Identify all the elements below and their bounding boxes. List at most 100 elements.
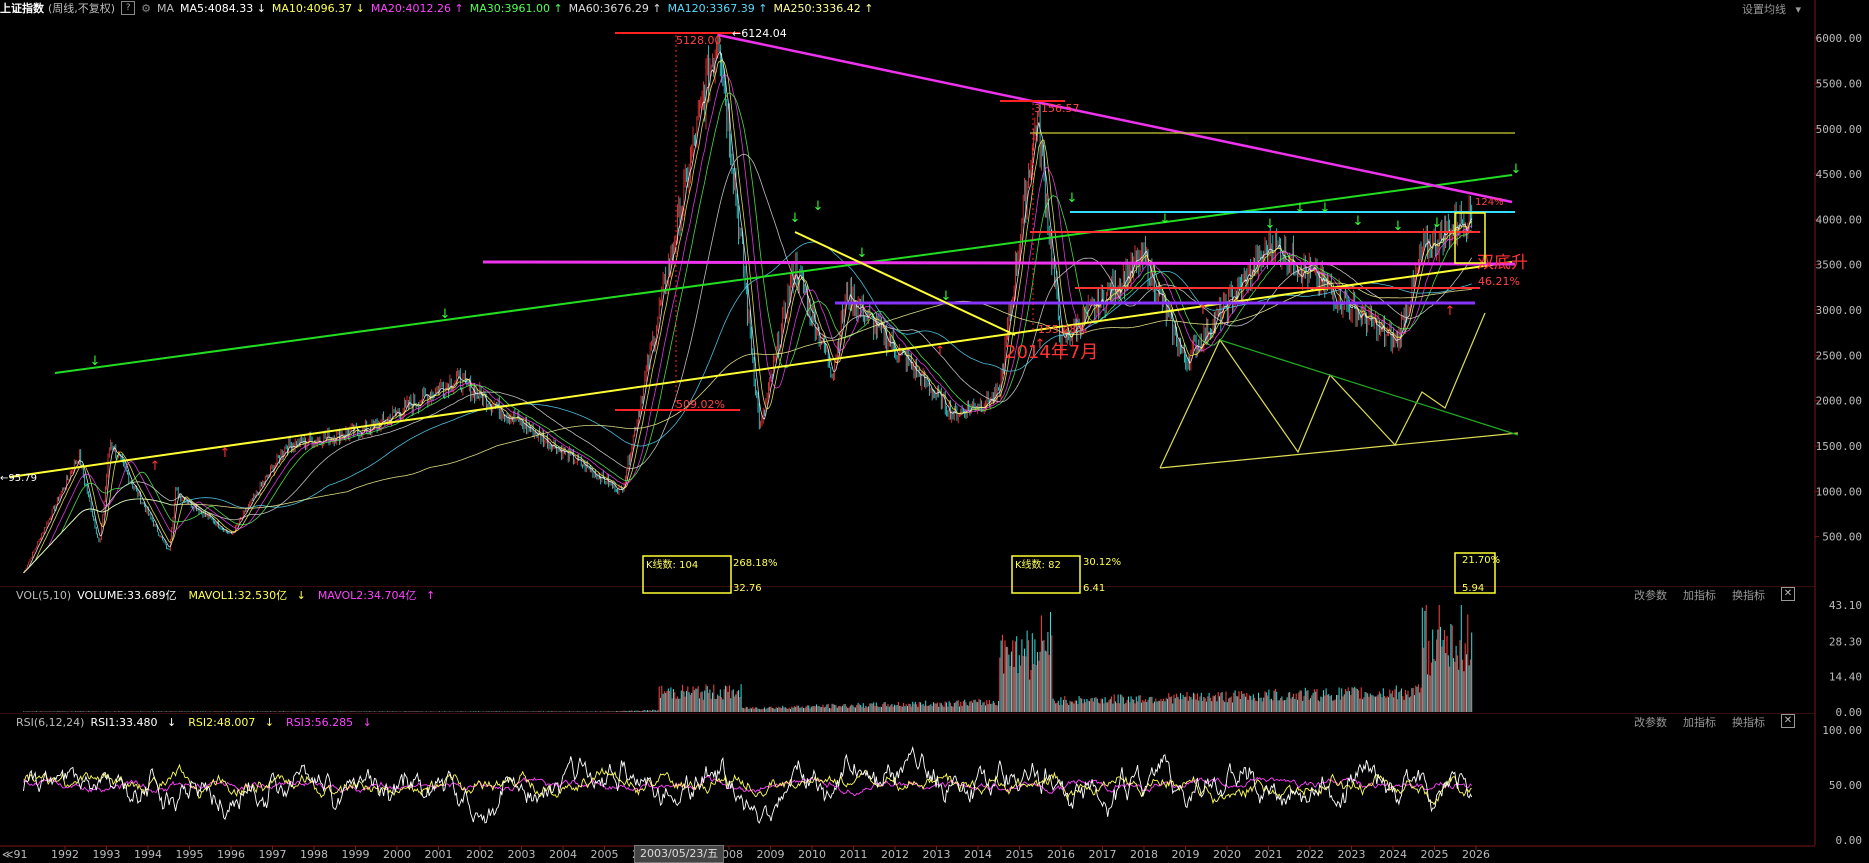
volume-bar [1097, 699, 1098, 712]
volume-bar [990, 704, 991, 712]
volume-bar [1144, 701, 1145, 712]
volume-bar [1110, 699, 1111, 712]
volume-bar [817, 706, 818, 712]
volume-bar [1179, 699, 1180, 712]
volume-bar [1148, 700, 1149, 712]
volume-bar [1128, 697, 1129, 712]
volume-bar [820, 707, 821, 712]
volume-bar [917, 707, 918, 712]
volume-bar [832, 704, 833, 712]
volume-bar [1070, 701, 1071, 712]
volume-bar [175, 711, 176, 712]
volume-bar [1466, 654, 1467, 712]
volume-bar [1248, 700, 1249, 712]
volume-bar [235, 711, 236, 712]
volume-bar [776, 707, 777, 712]
volume-bar [1162, 701, 1163, 712]
volume-bar [252, 711, 253, 712]
volume-bar [560, 711, 561, 712]
volume-bar [1404, 700, 1405, 712]
volume-bar [999, 658, 1000, 712]
volume-bar [836, 705, 837, 712]
price-tick-label: 4500.00 [1816, 168, 1862, 181]
volume-bar [1285, 700, 1286, 712]
volume-bar [834, 705, 835, 712]
volume-bar [685, 697, 686, 712]
volume-bar [1437, 630, 1438, 712]
volume-bar [1343, 696, 1344, 712]
volume-bar [280, 711, 281, 712]
volume-bar [566, 711, 567, 712]
volume-bar [823, 705, 824, 712]
volume-bar [1307, 690, 1308, 712]
year-label: 2014 [964, 848, 992, 861]
volume-bar [1124, 704, 1125, 712]
volume-bar [241, 711, 242, 712]
volume-bar [1293, 694, 1294, 712]
volume-bar [877, 706, 878, 712]
volume-bar [1072, 702, 1073, 712]
volume-bar [1003, 673, 1004, 712]
volume-bar [1129, 702, 1130, 712]
volume-bar [778, 707, 779, 712]
volume-bar [1018, 673, 1019, 712]
volume-bar [156, 711, 157, 712]
volume-bar [1369, 697, 1370, 712]
volume-bar [1066, 700, 1067, 712]
volume-bar [1185, 697, 1186, 712]
volume-bar [648, 711, 649, 712]
volume-bar [1036, 665, 1037, 712]
volume-bar [1140, 695, 1141, 712]
volume-bar [733, 689, 734, 712]
volume-bar [700, 692, 701, 712]
volume-bar [787, 709, 788, 712]
volume-bar [1435, 661, 1436, 712]
volume-bar [975, 700, 976, 712]
volume-bar [1223, 700, 1224, 712]
volume-bar [343, 711, 344, 712]
volume-bar [1214, 696, 1215, 712]
volume-bar [956, 701, 957, 712]
volume-bar [656, 711, 657, 712]
kline-chart-canvas[interactable]: 6000.005500.005000.004500.004000.003500.… [0, 0, 1869, 862]
volume-bar [1086, 699, 1087, 712]
volume-bar [1263, 698, 1264, 712]
volume-bar [947, 707, 948, 712]
year-label: 1992 [51, 848, 79, 861]
volume-bar [1133, 700, 1134, 712]
volume-bar [1167, 699, 1168, 712]
volume-bar [1040, 652, 1041, 712]
volume-bar [768, 707, 769, 712]
volume-bar [863, 703, 864, 712]
volume-bar [1409, 697, 1410, 712]
sketch-support [1160, 433, 1518, 468]
volume-bar [755, 707, 756, 712]
down-arrow-marker: ↓ [1067, 191, 1078, 206]
volume-bar [219, 711, 220, 712]
volume-bar [548, 711, 549, 712]
volume-bar [568, 711, 569, 712]
volume-bar [547, 711, 548, 712]
volume-bar [635, 711, 636, 712]
volume-bar [345, 711, 346, 712]
volume-bar [1367, 693, 1368, 712]
volume-bar [76, 711, 77, 712]
volume-bar [717, 695, 718, 712]
volume-bar [784, 707, 785, 712]
volume-bar [716, 699, 717, 712]
volume-bar [1249, 695, 1250, 712]
volume-bar [1401, 689, 1402, 712]
volume-bar [1057, 703, 1058, 712]
year-label: 2023 [1338, 848, 1366, 861]
volume-bar [764, 707, 765, 712]
volume-bar [1184, 697, 1185, 712]
volume-bar [1166, 698, 1167, 712]
year-label: 1994 [134, 848, 162, 861]
volume-bar [826, 704, 827, 712]
volume-bar [1045, 651, 1046, 712]
volume-bar [249, 711, 250, 712]
volume-bar [1112, 704, 1113, 712]
volume-bar [683, 691, 684, 712]
volume-bar [32, 711, 33, 712]
year-label: 1995 [176, 848, 204, 861]
